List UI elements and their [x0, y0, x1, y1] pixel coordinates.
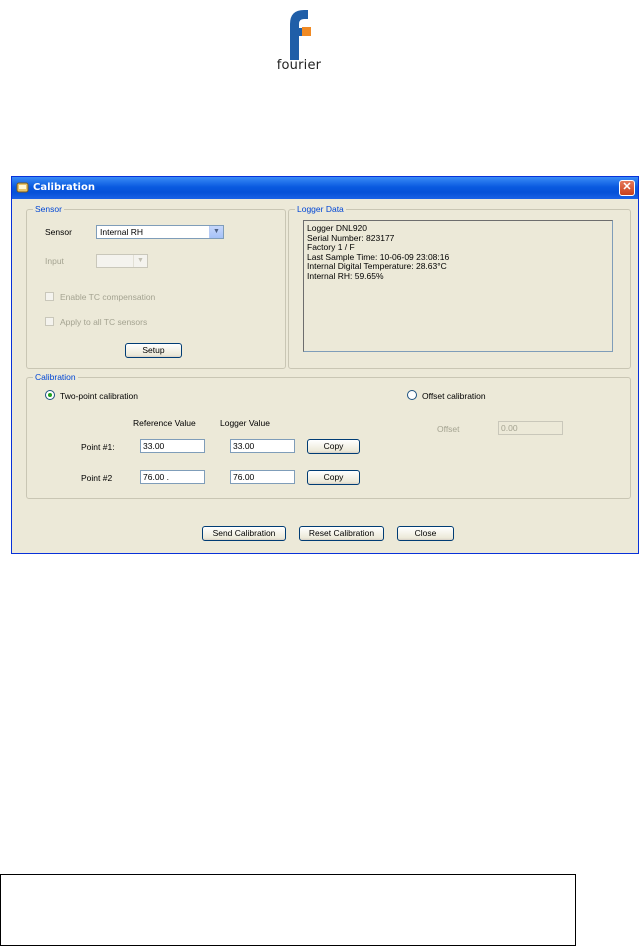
offset-radio[interactable]	[407, 390, 417, 400]
logger-data-text: Logger DNL920 Serial Number: 823177 Factor…	[303, 220, 613, 352]
logger-data-group: Logger Data Logger DNL920 Serial Number: …	[288, 204, 631, 369]
apply-tc-checkbox[interactable]	[45, 317, 54, 326]
sensor-group-legend: Sensor	[33, 204, 64, 214]
enable-tc-checkbox[interactable]	[45, 292, 54, 301]
sensor-select-value: Internal RH	[100, 227, 143, 237]
close-button[interactable]: Close	[397, 526, 454, 541]
offset-field[interactable]: 0.00	[498, 421, 563, 435]
note-box	[0, 874, 576, 946]
title-bar[interactable]: Calibration ✕	[12, 177, 638, 199]
point2-label: Point #2	[81, 473, 113, 483]
sensor-label: Sensor	[45, 227, 72, 237]
send-calibration-button[interactable]: Send Calibration	[202, 526, 286, 541]
logger-lines: Logger DNL920 Serial Number: 823177 Factor…	[304, 221, 612, 281]
reset-calibration-button[interactable]: Reset Calibration	[299, 526, 384, 541]
app-icon	[16, 182, 29, 193]
calibration-window: Calibration ✕ Sensor Sensor Internal RH …	[11, 176, 639, 554]
enable-tc-label: Enable TC compensation	[60, 292, 156, 302]
sensor-select[interactable]: Internal RH ▼	[96, 225, 224, 239]
logo-orange-square	[302, 27, 311, 36]
point2-logger-field[interactable]: 76.00	[230, 470, 295, 484]
input-label: Input	[45, 256, 64, 266]
close-icon[interactable]: ✕	[619, 180, 635, 196]
calibration-group-legend: Calibration	[33, 372, 78, 382]
logo-text: fourier	[276, 58, 322, 73]
point2-copy-button[interactable]: Copy	[307, 470, 360, 485]
calibration-group: Calibration Two-point calibration Offset…	[26, 372, 631, 499]
sensor-group: Sensor Sensor Internal RH ▼ Input ▼ Enab…	[26, 204, 286, 369]
offset-field-label: Offset	[437, 424, 460, 434]
point1-reference-field[interactable]: 33.00	[140, 439, 205, 453]
point2-reference-field[interactable]: 76.00 .	[140, 470, 205, 484]
logger-group-legend: Logger Data	[295, 204, 346, 214]
chevron-down-icon[interactable]: ▼	[133, 255, 147, 267]
offset-calibration-label: Offset calibration	[422, 391, 486, 401]
logger-data-line: Internal RH: 59.65%	[307, 270, 384, 281]
point1-copy-button[interactable]: Copy	[307, 439, 360, 454]
input-select[interactable]: ▼	[96, 254, 148, 268]
reference-value-header: Reference Value	[133, 418, 196, 428]
two-point-radio[interactable]	[45, 390, 55, 400]
two-point-label: Two-point calibration	[60, 391, 138, 401]
chevron-down-icon[interactable]: ▼	[209, 226, 223, 238]
setup-button[interactable]: Setup	[125, 343, 182, 358]
logger-value-header: Logger Value	[220, 418, 270, 428]
apply-tc-label: Apply to all TC sensors	[60, 317, 148, 327]
point1-label: Point #1:	[81, 442, 115, 452]
window-title: Calibration	[33, 182, 95, 193]
point1-logger-field[interactable]: 33.00	[230, 439, 295, 453]
